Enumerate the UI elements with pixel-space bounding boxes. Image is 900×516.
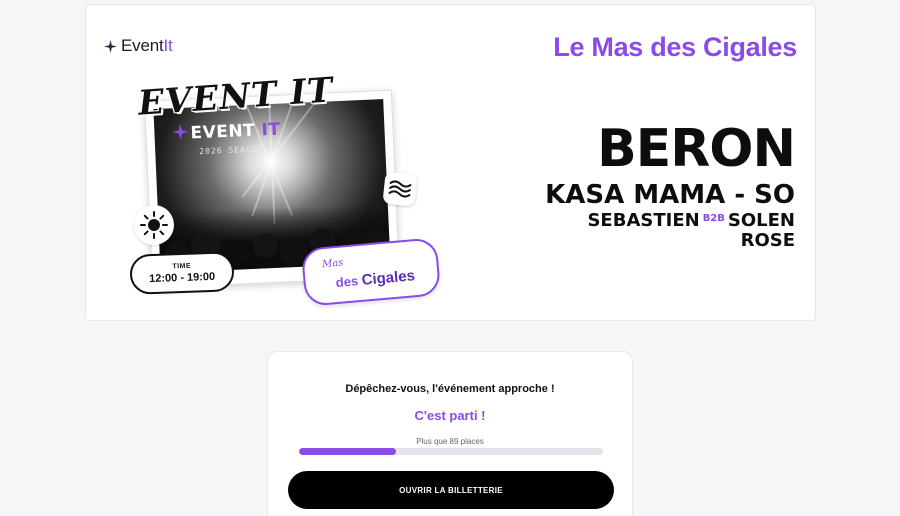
venue-title: Le Mas des Cigales <box>553 32 797 62</box>
poster-season: 2026 SEASON <box>199 144 264 157</box>
venue-badge-mas: Mas <box>321 257 344 271</box>
b2b-tag: B2B <box>702 213 725 224</box>
waves-icon <box>382 171 418 207</box>
artist-lineup: BERON KASA MAMA - SO SEBASTIEN B2B SOLEN R… <box>545 119 796 251</box>
tickets-progress-bar <box>299 448 603 455</box>
event-poster: EVENT IT 2026 SEASON EVENT IT TIME 12:00… <box>126 70 456 307</box>
time-badge: TIME 12:00 - 19:00 <box>129 251 235 295</box>
time-label: TIME <box>172 262 192 270</box>
eventit-logo[interactable]: EventIt <box>104 36 173 56</box>
logo-text: EventIt <box>121 36 173 55</box>
event-hero-card: EventIt Le Mas des Cigales EVENT IT 2026… <box>85 4 816 321</box>
open-ticketing-button[interactable]: OUVRIR LA BILLETTERIE <box>288 471 614 509</box>
tickets-progress-fill <box>299 448 397 455</box>
lineup-line-2: KASA MAMA - SO <box>545 180 795 210</box>
places-remaining: Plus que 89 places <box>416 437 484 446</box>
venue-badge-name: des Cigales <box>335 267 416 291</box>
sparkle-icon <box>104 39 117 53</box>
poster-inner-title: EVENT IT <box>190 119 281 144</box>
venue-badge: Mas des Cigales <box>300 237 442 307</box>
time-value: 12:00 - 19:00 <box>148 270 216 285</box>
lineup-line-3: SEBASTIEN B2B SOLEN <box>587 210 795 231</box>
headliner: BERON <box>597 119 796 179</box>
sale-status: C'est parti ! <box>414 408 486 423</box>
sparkle-icon <box>172 123 189 140</box>
ticket-card: Dépêchez-vous, l'événement approche ! C'… <box>267 351 633 516</box>
lineup-line-4: ROSE <box>740 230 795 251</box>
hurry-message: Dépêchez-vous, l'événement approche ! <box>345 383 555 395</box>
sun-icon <box>134 205 174 245</box>
